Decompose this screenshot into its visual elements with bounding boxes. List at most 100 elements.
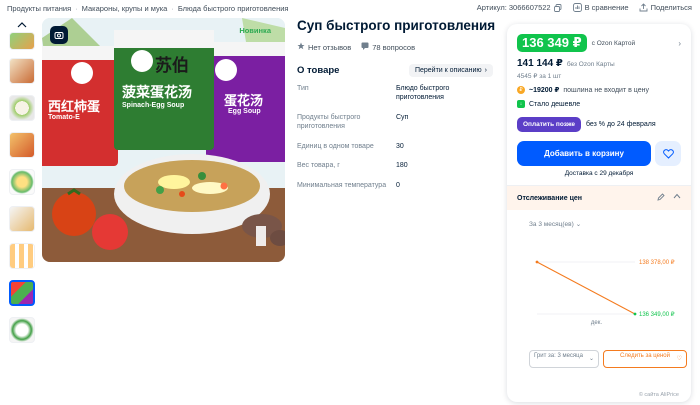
breadcrumb: Продукты питания · Макароны, крупы и мук… [7,4,288,13]
chevron-up-icon[interactable] [8,18,36,32]
spec-key: Тип [297,85,309,92]
star-icon [297,42,305,52]
price-chart: 138 378,00 ₽ 136 349,00 ₽ дек. [535,259,675,326]
spec-key: Продукты быстрого приготовления [297,113,361,131]
thumbnail-strip [8,18,36,354]
cheaper-label: Стало дешевле [529,100,581,108]
pack-text-right: 蛋花汤 [224,93,264,108]
tracking-header: Отслеживание цен [507,186,691,210]
compare-button[interactable]: В сравнение [572,3,629,12]
questions-label: 78 вопросов [372,42,416,52]
spec-value: 30 [396,142,404,150]
top-bar: Продукты питания · Макароны, крупы и мук… [0,0,700,18]
chevron-right-icon: › [484,67,487,74]
chevron-down-icon: ⌄ [575,221,582,228]
price-point[interactable] [535,260,539,264]
pack-text-left-latin: Tomato-E [48,114,80,121]
price-tracking: Отслеживание цен За 3 месяц(ев) ⌄ [507,185,691,228]
thumbnail[interactable] [9,206,35,232]
price-point[interactable] [633,312,637,316]
source-credit: © сайта AliPrice [638,392,679,398]
spec-row: Продукты быстрого приготовления Суп [297,113,493,142]
coin-icon: ₽ [517,86,525,94]
thumbnail-selected[interactable] [9,280,35,306]
product-image[interactable]: Новинка 西红柿蛋 Tomato-E 苏伯 菠菜蛋花汤 Spinach-E… [42,18,285,262]
spec-value: 180 [396,162,408,170]
product-meta: Нет отзывов 78 вопросов [297,42,497,52]
cart-row: Добавить в корзину [517,141,681,166]
duty-note: пошлина не входит в цену [563,86,649,94]
spec-value: Блюдо быстрого приготовления [396,85,450,102]
history-period-select[interactable]: Грит за: 3 месяца ⌄ [529,350,599,368]
thumbnail[interactable] [9,243,35,269]
cheaper-row: ↓ Стало дешевле [517,100,681,108]
pack-text-left: 西红柿蛋 [48,99,101,114]
breadcrumb-item[interactable]: Макароны, крупы и мука [82,4,168,13]
article-label: Артикул: 3066607522 [476,3,551,12]
pay-later-row: Оплатить позже без % до 24 февраля [517,117,681,132]
top-actions: Артикул: 3066607522 В сравнение Поделить… [477,3,692,12]
reviews-link[interactable]: Нет отзывов [297,42,351,52]
price-data-label: 138 378,00 ₽ [639,259,675,266]
card-price: 136 349 ₽ [517,34,587,52]
favorite-button[interactable] [655,141,681,166]
article-number[interactable]: Артикул: 3066607522 [477,3,563,12]
add-to-cart-button[interactable]: Добавить в корзину [517,141,651,166]
breadcrumb-item[interactable]: Блюда быстрого приготовления [178,4,289,13]
edit-icon[interactable] [657,193,665,203]
regular-price-row: 141 144 ₽ без Ozon Карты [517,58,681,69]
history-period-label: Грит за: 3 месяца [534,353,583,359]
thumbnail[interactable] [9,95,35,121]
new-badge: Новинка [239,26,271,35]
share-button[interactable]: Поделиться [639,3,692,12]
spec-row: Вес товара, г 180 [297,161,493,180]
pack-brand: 苏伯 [155,56,189,75]
compare-icon [572,3,582,12]
period-dropdown[interactable]: За 3 месяц(ев) ⌄ [529,220,691,229]
chevron-down-icon: ⌄ [588,356,594,362]
follow-price-button[interactable]: Следить за ценой ♡ [603,350,687,368]
period-label: За 3 месяц(ев) [529,220,574,228]
share-label: Поделиться [650,3,692,12]
camera-search-icon[interactable] [50,26,68,44]
go-to-description-button[interactable]: Перейти к описанию › [408,64,493,77]
share-icon [639,3,648,12]
card-price-note: с Ozon Картой [591,39,636,47]
spec-key: Единиц в одном товаре [297,142,374,150]
spec-row: Минимальная температура 0 [297,181,493,200]
questions-link[interactable]: 78 вопросов [361,42,415,52]
chevron-up-icon[interactable] [673,193,681,203]
thumbnail[interactable] [9,132,35,158]
chat-icon [361,42,369,52]
compare-label: В сравнение [584,3,629,12]
thumbnail[interactable] [9,32,35,50]
thumbnail[interactable] [9,169,35,195]
card-price-row[interactable]: 136 349 ₽ с Ozon Картой › [517,34,681,52]
product-info: Суп быстрого приготовления Нет отзывов 7… [297,18,497,200]
price-data-label: 136 349,00 ₽ [639,311,675,318]
heart-icon [662,148,674,159]
thumbnail[interactable] [9,58,35,84]
page-title: Суп быстрого приготовления [297,18,496,33]
pay-later-text: без % до 24 февраля [585,121,656,128]
spec-key: Вес товара, г [297,162,340,170]
heart-icon: ♡ [676,356,682,362]
tracking-title: Отслеживание цен [517,194,582,202]
tracking-controls: Грит за: 3 месяца ⌄ Следить за ценой ♡ [529,350,687,368]
pay-later-button[interactable]: Оплатить позже [517,117,581,132]
breadcrumb-item[interactable]: Продукты питания [7,4,71,13]
about-title: О товаре [297,65,340,76]
regular-price-note: без Ozon Карты [566,61,615,68]
regular-price: 141 144 ₽ [517,58,563,69]
pack-text-center-latin: Spinach-Egg Soup [122,102,185,109]
thumbnail[interactable] [9,317,35,343]
duty-value: ~19200 ₽ [529,87,560,94]
duty-row[interactable]: ₽ ~19200 ₽ пошлина не входит в цену [517,86,681,94]
spec-value: Суп [396,113,409,121]
breadcrumb-separator: · [171,4,174,13]
pack-text-center: 菠菜蛋花汤 [122,84,192,100]
copy-icon [554,3,563,12]
spec-key: Минимальная температура [297,181,387,189]
follow-price-label: Следить за ценой [620,353,670,359]
reviews-label: Нет отзывов [308,42,352,52]
